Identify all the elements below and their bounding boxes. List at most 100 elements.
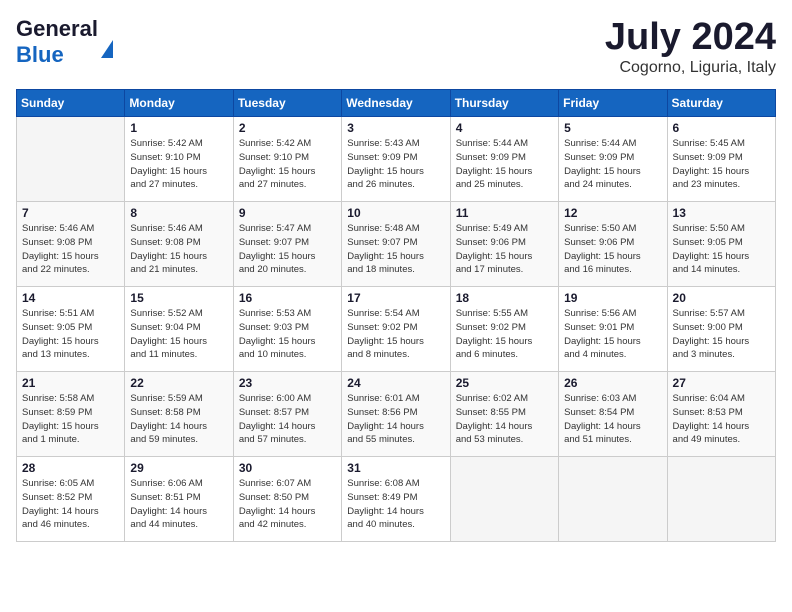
calendar-cell: 1 Sunrise: 5:42 AM Sunset: 9:10 PM Daylig… bbox=[125, 117, 233, 202]
day-info: Sunrise: 5:42 AM Sunset: 9:10 PM Dayligh… bbox=[130, 137, 227, 192]
calendar-cell: 5 Sunrise: 5:44 AM Sunset: 9:09 PM Daylig… bbox=[559, 117, 667, 202]
day-number: 31 bbox=[347, 461, 444, 475]
column-header-wednesday: Wednesday bbox=[342, 90, 450, 117]
day-number: 24 bbox=[347, 376, 444, 390]
day-number: 12 bbox=[564, 206, 661, 220]
location-title: Cogorno, Liguria, Italy bbox=[605, 59, 776, 77]
day-number: 6 bbox=[673, 121, 770, 135]
day-info: Sunrise: 5:43 AM Sunset: 9:09 PM Dayligh… bbox=[347, 137, 444, 192]
day-number: 5 bbox=[564, 121, 661, 135]
column-header-friday: Friday bbox=[559, 90, 667, 117]
calendar-cell: 23 Sunrise: 6:00 AM Sunset: 8:57 PM Dayli… bbox=[233, 372, 341, 457]
day-number: 15 bbox=[130, 291, 227, 305]
week-row-2: 7 Sunrise: 5:46 AM Sunset: 9:08 PM Daylig… bbox=[17, 202, 776, 287]
calendar-cell: 15 Sunrise: 5:52 AM Sunset: 9:04 PM Dayli… bbox=[125, 287, 233, 372]
day-number: 17 bbox=[347, 291, 444, 305]
logo-triangle-icon bbox=[101, 23, 113, 58]
day-number: 2 bbox=[239, 121, 336, 135]
day-number: 11 bbox=[456, 206, 553, 220]
day-number: 10 bbox=[347, 206, 444, 220]
day-info: Sunrise: 5:55 AM Sunset: 9:02 PM Dayligh… bbox=[456, 307, 553, 362]
day-info: Sunrise: 5:50 AM Sunset: 9:06 PM Dayligh… bbox=[564, 222, 661, 277]
calendar-cell: 11 Sunrise: 5:49 AM Sunset: 9:06 PM Dayli… bbox=[450, 202, 558, 287]
day-info: Sunrise: 5:52 AM Sunset: 9:04 PM Dayligh… bbox=[130, 307, 227, 362]
column-header-thursday: Thursday bbox=[450, 90, 558, 117]
week-row-1: 1 Sunrise: 5:42 AM Sunset: 9:10 PM Daylig… bbox=[17, 117, 776, 202]
calendar-cell: 18 Sunrise: 5:55 AM Sunset: 9:02 PM Dayli… bbox=[450, 287, 558, 372]
day-number: 21 bbox=[22, 376, 119, 390]
calendar-cell: 25Sunrise: 6:02 AM Sunset: 8:55 PM Dayli… bbox=[450, 372, 558, 457]
day-number: 20 bbox=[673, 291, 770, 305]
month-title: July 2024 bbox=[605, 16, 776, 59]
logo-blue-text: Blue bbox=[16, 42, 64, 68]
day-info: Sunrise: 5:47 AM Sunset: 9:07 PM Dayligh… bbox=[239, 222, 336, 277]
calendar-cell: 3 Sunrise: 5:43 AM Sunset: 9:09 PM Daylig… bbox=[342, 117, 450, 202]
calendar-cell: 19 Sunrise: 5:56 AM Sunset: 9:01 PM Dayli… bbox=[559, 287, 667, 372]
day-info: Sunrise: 5:50 AM Sunset: 9:05 PM Dayligh… bbox=[673, 222, 770, 277]
calendar-cell: 31 Sunrise: 6:08 AM Sunset: 8:49 PM Dayli… bbox=[342, 457, 450, 542]
calendar-cell bbox=[17, 117, 125, 202]
calendar-cell: 8 Sunrise: 5:46 AM Sunset: 9:08 PM Daylig… bbox=[125, 202, 233, 287]
day-info: Sunrise: 6:03 AM Sunset: 8:54 PM Dayligh… bbox=[564, 392, 661, 447]
day-number: 4 bbox=[456, 121, 553, 135]
day-info: Sunrise: 5:49 AM Sunset: 9:06 PM Dayligh… bbox=[456, 222, 553, 277]
day-number: 27 bbox=[673, 376, 770, 390]
day-number: 8 bbox=[130, 206, 227, 220]
day-info: Sunrise: 5:59 AM Sunset: 8:58 PM Dayligh… bbox=[130, 392, 227, 447]
calendar-cell bbox=[667, 457, 775, 542]
calendar-cell: 20Sunrise: 5:57 AM Sunset: 9:00 PM Dayli… bbox=[667, 287, 775, 372]
calendar-cell: 17 Sunrise: 5:54 AM Sunset: 9:02 PM Dayli… bbox=[342, 287, 450, 372]
day-info: Sunrise: 5:46 AM Sunset: 9:08 PM Dayligh… bbox=[130, 222, 227, 277]
day-number: 14 bbox=[22, 291, 119, 305]
day-number: 16 bbox=[239, 291, 336, 305]
column-header-saturday: Saturday bbox=[667, 90, 775, 117]
calendar-cell bbox=[559, 457, 667, 542]
week-row-5: 28 Sunrise: 6:05 AM Sunset: 8:52 PM Dayli… bbox=[17, 457, 776, 542]
day-info: Sunrise: 5:51 AM Sunset: 9:05 PM Dayligh… bbox=[22, 307, 119, 362]
calendar-cell: 13 Sunrise: 5:50 AM Sunset: 9:05 PM Dayli… bbox=[667, 202, 775, 287]
day-number: 19 bbox=[564, 291, 661, 305]
calendar-cell: 14 Sunrise: 5:51 AM Sunset: 9:05 PM Dayli… bbox=[17, 287, 125, 372]
day-info: Sunrise: 5:53 AM Sunset: 9:03 PM Dayligh… bbox=[239, 307, 336, 362]
title-section: July 2024 Cogorno, Liguria, Italy bbox=[605, 16, 776, 77]
logo-general-text: General bbox=[16, 16, 98, 41]
day-info: Sunrise: 6:00 AM Sunset: 8:57 PM Dayligh… bbox=[239, 392, 336, 447]
day-number: 22 bbox=[130, 376, 227, 390]
day-number: 1 bbox=[130, 121, 227, 135]
calendar-cell: 6Sunrise: 5:45 AM Sunset: 9:09 PM Daylig… bbox=[667, 117, 775, 202]
day-info: Sunrise: 5:56 AM Sunset: 9:01 PM Dayligh… bbox=[564, 307, 661, 362]
calendar-cell: 30Sunrise: 6:07 AM Sunset: 8:50 PM Dayli… bbox=[233, 457, 341, 542]
day-info: Sunrise: 6:01 AM Sunset: 8:56 PM Dayligh… bbox=[347, 392, 444, 447]
calendar-cell: 16 Sunrise: 5:53 AM Sunset: 9:03 PM Dayli… bbox=[233, 287, 341, 372]
day-info: Sunrise: 6:04 AM Sunset: 8:53 PM Dayligh… bbox=[673, 392, 770, 447]
day-number: 23 bbox=[239, 376, 336, 390]
day-number: 13 bbox=[673, 206, 770, 220]
day-info: Sunrise: 5:54 AM Sunset: 9:02 PM Dayligh… bbox=[347, 307, 444, 362]
logo: General Blue bbox=[16, 16, 113, 68]
column-header-sunday: Sunday bbox=[17, 90, 125, 117]
day-info: Sunrise: 5:42 AM Sunset: 9:10 PM Dayligh… bbox=[239, 137, 336, 192]
calendar-cell: 7 Sunrise: 5:46 AM Sunset: 9:08 PM Daylig… bbox=[17, 202, 125, 287]
day-info: Sunrise: 6:06 AM Sunset: 8:51 PM Dayligh… bbox=[130, 477, 227, 532]
day-info: Sunrise: 5:48 AM Sunset: 9:07 PM Dayligh… bbox=[347, 222, 444, 277]
calendar-cell: 4 Sunrise: 5:44 AM Sunset: 9:09 PM Daylig… bbox=[450, 117, 558, 202]
day-number: 9 bbox=[239, 206, 336, 220]
calendar-cell: 26 Sunrise: 6:03 AM Sunset: 8:54 PM Dayli… bbox=[559, 372, 667, 457]
day-info: Sunrise: 6:05 AM Sunset: 8:52 PM Dayligh… bbox=[22, 477, 119, 532]
day-number: 26 bbox=[564, 376, 661, 390]
calendar-cell: 10 Sunrise: 5:48 AM Sunset: 9:07 PM Dayli… bbox=[342, 202, 450, 287]
day-number: 3 bbox=[347, 121, 444, 135]
calendar-cell bbox=[450, 457, 558, 542]
page-header: General Blue July 2024 Cogorno, Liguria,… bbox=[16, 16, 776, 77]
calendar-cell: 27 Sunrise: 6:04 AM Sunset: 8:53 PM Dayli… bbox=[667, 372, 775, 457]
day-info: Sunrise: 5:44 AM Sunset: 9:09 PM Dayligh… bbox=[564, 137, 661, 192]
calendar-cell: 2 Sunrise: 5:42 AM Sunset: 9:10 PM Daylig… bbox=[233, 117, 341, 202]
day-number: 28 bbox=[22, 461, 119, 475]
day-info: Sunrise: 6:08 AM Sunset: 8:49 PM Dayligh… bbox=[347, 477, 444, 532]
day-number: 7 bbox=[22, 206, 119, 220]
day-number: 18 bbox=[456, 291, 553, 305]
day-number: 25 bbox=[456, 376, 553, 390]
day-info: Sunrise: 5:46 AM Sunset: 9:08 PM Dayligh… bbox=[22, 222, 119, 277]
week-row-4: 21Sunrise: 5:58 AM Sunset: 8:59 PM Dayli… bbox=[17, 372, 776, 457]
day-info: Sunrise: 5:44 AM Sunset: 9:09 PM Dayligh… bbox=[456, 137, 553, 192]
